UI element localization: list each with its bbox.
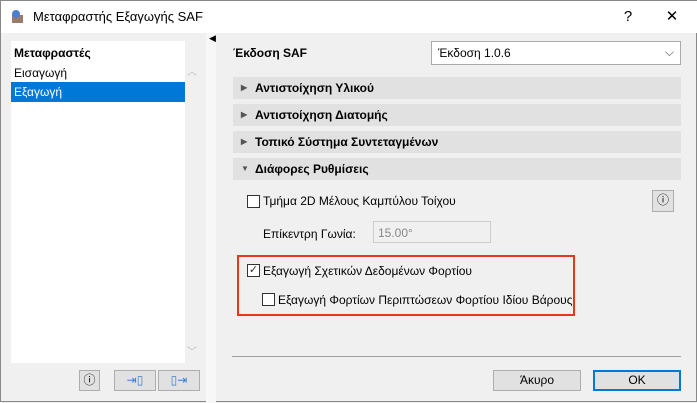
- curved-wall-checkbox[interactable]: [247, 195, 260, 208]
- chevron-down-icon: ⌵: [664, 45, 674, 59]
- collapse-arrow-icon[interactable]: ◀: [209, 33, 216, 44]
- help-button[interactable]: ?: [613, 5, 643, 29]
- section-misc-settings[interactable]: ▼ Διάφορες Ρυθμίσεις: [233, 158, 681, 180]
- list-item-import[interactable]: Εισαγωγή: [11, 63, 185, 83]
- expand-arrow-icon: ▶: [241, 110, 248, 119]
- scroll-up-icon[interactable]: ︿: [187, 63, 197, 78]
- section-profile-mapping[interactable]: ▶ Αντιστοίχηση Διατομής: [233, 104, 681, 126]
- separator: [232, 356, 681, 357]
- cancel-button[interactable]: Άκυρο: [493, 370, 581, 391]
- export-load-checkbox[interactable]: ✓: [247, 264, 260, 277]
- section-local-coordinates[interactable]: ▶ Τοπικό Σύστημα Συντεταγμένων: [233, 131, 681, 153]
- version-label: Έκδοση SAF: [233, 46, 308, 60]
- list-header: Μεταφραστές: [14, 46, 91, 60]
- splitter[interactable]: ◀: [206, 33, 216, 403]
- section-material-mapping[interactable]: ▶ Αντιστοίχηση Υλικού: [233, 77, 681, 99]
- ok-button[interactable]: OK: [593, 370, 681, 391]
- export-selfweight-checkbox[interactable]: [262, 293, 275, 306]
- info-button[interactable]: ⓘ: [652, 190, 674, 212]
- version-select[interactable]: Έκδοση 1.0.6 ⌵: [431, 41, 681, 65]
- export-button[interactable]: ▯⇥: [158, 370, 200, 391]
- version-value: Έκδοση 1.0.6: [438, 46, 511, 60]
- curved-wall-label: Τμήμα 2D Μέλους Καμπύλου Τοίχου: [263, 194, 456, 208]
- info-icon: ⓘ: [83, 373, 96, 387]
- window-title: Μεταφραστής Εξαγωγής SAF: [33, 9, 203, 24]
- scroll-down-icon[interactable]: ﹀: [187, 343, 197, 358]
- expand-arrow-icon: ▶: [241, 137, 248, 146]
- translator-list[interactable]: Μεταφραστές Εισαγωγή Εξαγωγή: [11, 41, 185, 363]
- import-button[interactable]: ⇥▯: [114, 370, 156, 391]
- info-icon: ⓘ: [656, 193, 669, 207]
- expand-arrow-icon: ▶: [241, 83, 248, 92]
- collapse-arrow-icon: ▼: [241, 164, 249, 173]
- info-button[interactable]: ⓘ: [79, 370, 100, 391]
- export-file-icon: ▯⇥: [170, 373, 188, 387]
- import-file-icon: ⇥▯: [126, 373, 144, 387]
- app-icon: [12, 10, 23, 23]
- close-button[interactable]: ✕: [657, 5, 687, 29]
- angle-label: Επίκεντρη Γωνία:: [263, 227, 356, 241]
- export-selfweight-label: Εξαγωγή Φορτίων Περιπτώσεων Φορτίου Ιδίο…: [278, 293, 573, 307]
- export-load-label: Εξαγωγή Σχετικών Δεδομένων Φορτίου: [263, 264, 472, 278]
- list-item-export[interactable]: Εξαγωγή: [11, 82, 185, 102]
- title-bar: Μεταφραστής Εξαγωγής SAF ? ✕: [1, 1, 697, 33]
- angle-input[interactable]: 15.00°: [373, 221, 491, 243]
